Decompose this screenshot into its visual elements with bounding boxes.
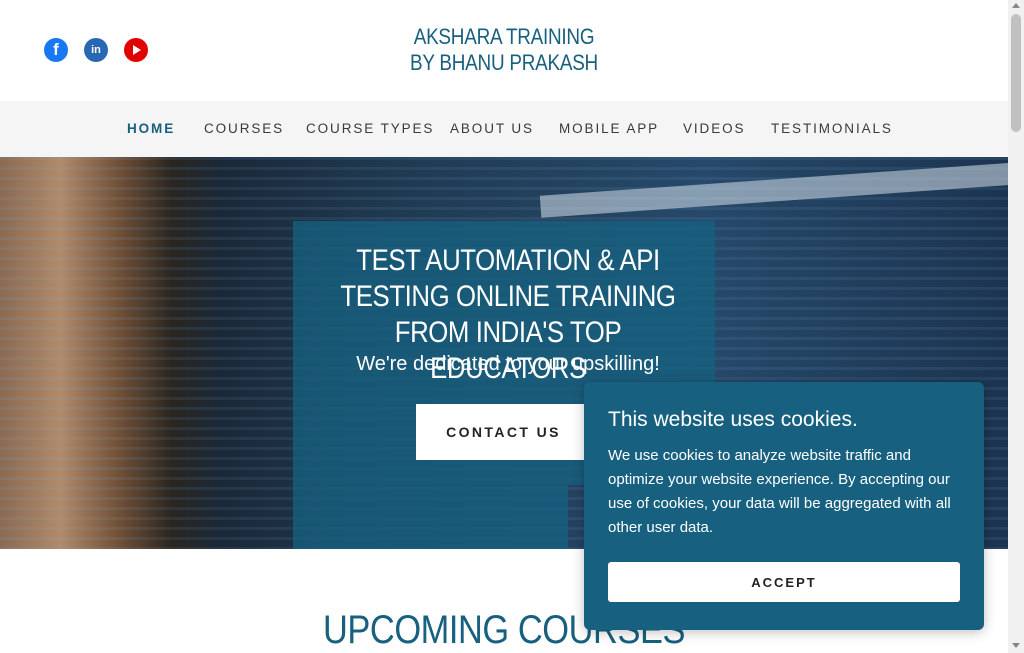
nav-item-home[interactable]: HOME [127, 121, 175, 136]
nav-item-about-us[interactable]: ABOUT US [450, 121, 534, 136]
accept-cookies-button[interactable]: ACCEPT [608, 562, 960, 602]
scrollbar-thumb[interactable] [1011, 14, 1021, 132]
nav-item-courses[interactable]: COURSES [204, 121, 284, 136]
hero-title-line-1: TEST AUTOMATION & API [356, 244, 660, 277]
cookie-banner-text: We use cookies to analyze website traffi… [608, 447, 951, 536]
scroll-up-icon[interactable] [1012, 3, 1020, 8]
contact-us-button[interactable]: CONTACT US [416, 404, 591, 460]
nav-item-course-types[interactable]: COURSE TYPES [306, 121, 434, 136]
hero-subtitle: We're dedicated to your upskilling! [356, 353, 660, 375]
hero-title-line-3: FROM INDIA'S TOP EDUCATORS [394, 316, 622, 385]
brand-line-1: AKSHARA TRAINING [413, 24, 595, 49]
main-nav: HOME COURSES COURSE TYPES ABOUT US MOBIL… [0, 101, 1008, 157]
brand-line-2: BY BHANU PRAKASH [410, 50, 598, 75]
hero-panel-extension [293, 485, 568, 549]
cookie-banner-title: This website uses cookies. [608, 408, 858, 431]
facebook-icon[interactable]: f [44, 38, 68, 62]
page-scrollbar[interactable] [1008, 0, 1024, 653]
nav-item-testimonials[interactable]: TESTIMONIALS [771, 121, 893, 136]
hero-title-line-2: TESTING ONLINE TRAINING [340, 280, 676, 313]
cookie-banner: This website uses cookies. We use cookie… [584, 382, 984, 630]
site-header: f in AKSHARA TRAINING BY BHANU PRAKASH [0, 0, 1008, 101]
nav-item-videos[interactable]: VIDEOS [683, 121, 745, 136]
nav-item-mobile-app[interactable]: MOBILE APP [559, 121, 659, 136]
site-brand[interactable]: AKSHARA TRAINING BY BHANU PRAKASH [71, 24, 938, 76]
scroll-down-icon[interactable] [1012, 643, 1020, 648]
